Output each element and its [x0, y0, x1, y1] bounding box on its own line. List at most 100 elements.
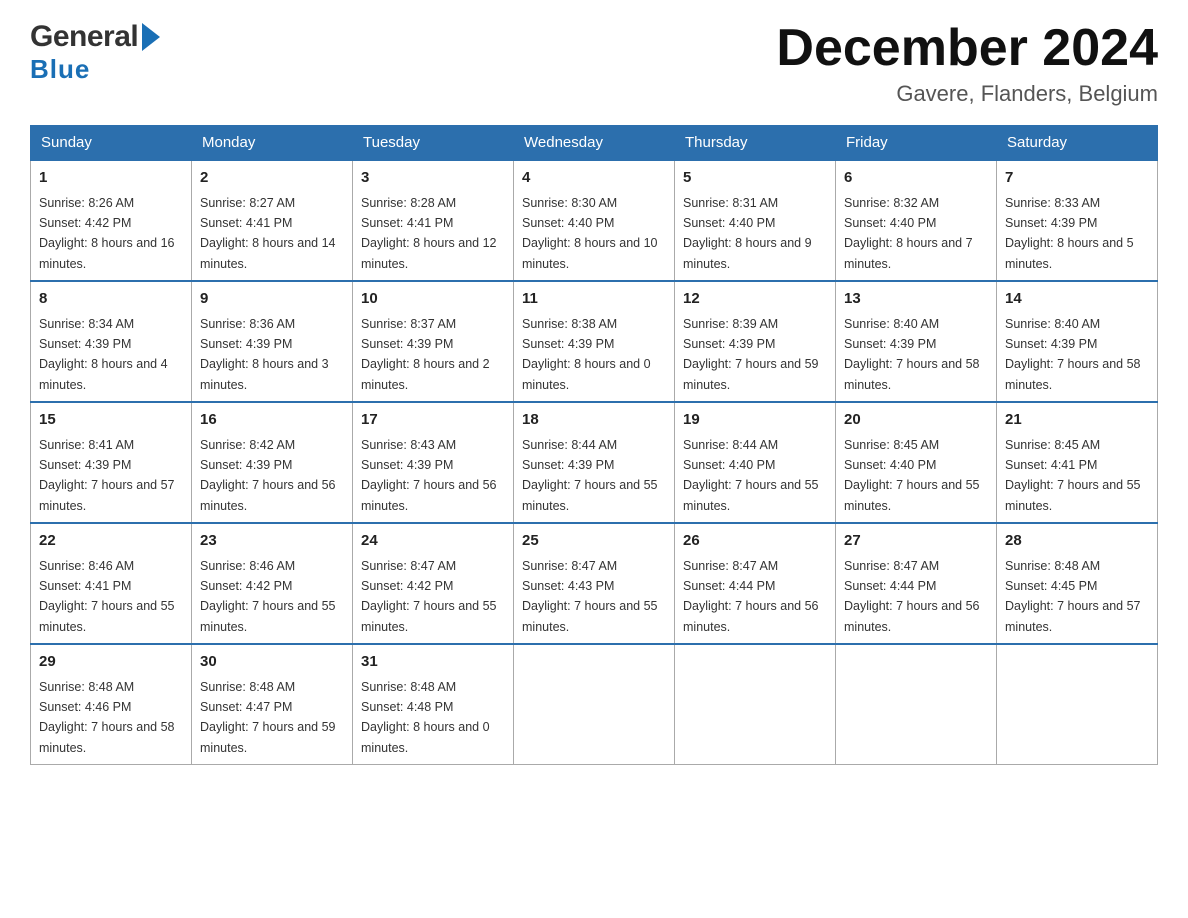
day-number: 4: [522, 167, 666, 190]
day-info: Sunrise: 8:45 AMSunset: 4:41 PMDaylight:…: [1005, 438, 1141, 513]
logo-blue-text: Blue: [30, 56, 90, 82]
week-row-4: 22 Sunrise: 8:46 AMSunset: 4:41 PMDaylig…: [31, 523, 1158, 644]
day-number: 20: [844, 409, 988, 432]
calendar-cell: 5 Sunrise: 8:31 AMSunset: 4:40 PMDayligh…: [675, 160, 836, 281]
calendar-cell: 17 Sunrise: 8:43 AMSunset: 4:39 PMDaylig…: [353, 402, 514, 523]
calendar-cell: 18 Sunrise: 8:44 AMSunset: 4:39 PMDaylig…: [514, 402, 675, 523]
day-info: Sunrise: 8:47 AMSunset: 4:42 PMDaylight:…: [361, 559, 497, 634]
week-row-5: 29 Sunrise: 8:48 AMSunset: 4:46 PMDaylig…: [31, 644, 1158, 765]
day-number: 7: [1005, 167, 1149, 190]
logo: General Blue: [30, 20, 160, 82]
page-header: General Blue December 2024 Gavere, Fland…: [30, 20, 1158, 107]
day-info: Sunrise: 8:44 AMSunset: 4:40 PMDaylight:…: [683, 438, 819, 513]
day-info: Sunrise: 8:39 AMSunset: 4:39 PMDaylight:…: [683, 317, 819, 392]
day-info: Sunrise: 8:48 AMSunset: 4:46 PMDaylight:…: [39, 680, 175, 755]
day-info: Sunrise: 8:37 AMSunset: 4:39 PMDaylight:…: [361, 317, 490, 392]
day-number: 8: [39, 288, 183, 311]
day-number: 30: [200, 651, 344, 674]
day-number: 2: [200, 167, 344, 190]
weekday-header-thursday: Thursday: [675, 126, 836, 161]
day-number: 22: [39, 530, 183, 553]
calendar-cell: [836, 644, 997, 765]
day-number: 11: [522, 288, 666, 311]
week-row-3: 15 Sunrise: 8:41 AMSunset: 4:39 PMDaylig…: [31, 402, 1158, 523]
calendar-cell: 10 Sunrise: 8:37 AMSunset: 4:39 PMDaylig…: [353, 281, 514, 402]
calendar-cell: 25 Sunrise: 8:47 AMSunset: 4:43 PMDaylig…: [514, 523, 675, 644]
logo-general-text: General: [30, 20, 138, 54]
day-info: Sunrise: 8:46 AMSunset: 4:42 PMDaylight:…: [200, 559, 336, 634]
calendar-table: SundayMondayTuesdayWednesdayThursdayFrid…: [30, 125, 1158, 765]
calendar-cell: [997, 644, 1158, 765]
day-info: Sunrise: 8:36 AMSunset: 4:39 PMDaylight:…: [200, 317, 329, 392]
week-row-2: 8 Sunrise: 8:34 AMSunset: 4:39 PMDayligh…: [31, 281, 1158, 402]
day-number: 6: [844, 167, 988, 190]
day-number: 28: [1005, 530, 1149, 553]
calendar-cell: 1 Sunrise: 8:26 AMSunset: 4:42 PMDayligh…: [31, 160, 192, 281]
title-block: December 2024 Gavere, Flanders, Belgium: [776, 20, 1158, 107]
day-info: Sunrise: 8:31 AMSunset: 4:40 PMDaylight:…: [683, 196, 812, 271]
calendar-cell: 29 Sunrise: 8:48 AMSunset: 4:46 PMDaylig…: [31, 644, 192, 765]
calendar-cell: 24 Sunrise: 8:47 AMSunset: 4:42 PMDaylig…: [353, 523, 514, 644]
week-row-1: 1 Sunrise: 8:26 AMSunset: 4:42 PMDayligh…: [31, 160, 1158, 281]
calendar-cell: 28 Sunrise: 8:48 AMSunset: 4:45 PMDaylig…: [997, 523, 1158, 644]
day-info: Sunrise: 8:33 AMSunset: 4:39 PMDaylight:…: [1005, 196, 1134, 271]
day-number: 9: [200, 288, 344, 311]
calendar-cell: 15 Sunrise: 8:41 AMSunset: 4:39 PMDaylig…: [31, 402, 192, 523]
day-info: Sunrise: 8:27 AMSunset: 4:41 PMDaylight:…: [200, 196, 336, 271]
calendar-cell: 6 Sunrise: 8:32 AMSunset: 4:40 PMDayligh…: [836, 160, 997, 281]
day-number: 13: [844, 288, 988, 311]
day-number: 19: [683, 409, 827, 432]
weekday-header-monday: Monday: [192, 126, 353, 161]
day-info: Sunrise: 8:44 AMSunset: 4:39 PMDaylight:…: [522, 438, 658, 513]
calendar-cell: 3 Sunrise: 8:28 AMSunset: 4:41 PMDayligh…: [353, 160, 514, 281]
weekday-header-saturday: Saturday: [997, 126, 1158, 161]
calendar-cell: 20 Sunrise: 8:45 AMSunset: 4:40 PMDaylig…: [836, 402, 997, 523]
day-number: 21: [1005, 409, 1149, 432]
day-info: Sunrise: 8:40 AMSunset: 4:39 PMDaylight:…: [844, 317, 980, 392]
weekday-header-friday: Friday: [836, 126, 997, 161]
calendar-cell: 8 Sunrise: 8:34 AMSunset: 4:39 PMDayligh…: [31, 281, 192, 402]
calendar-cell: 7 Sunrise: 8:33 AMSunset: 4:39 PMDayligh…: [997, 160, 1158, 281]
day-info: Sunrise: 8:48 AMSunset: 4:45 PMDaylight:…: [1005, 559, 1141, 634]
day-info: Sunrise: 8:40 AMSunset: 4:39 PMDaylight:…: [1005, 317, 1141, 392]
day-info: Sunrise: 8:48 AMSunset: 4:47 PMDaylight:…: [200, 680, 336, 755]
calendar-cell: 9 Sunrise: 8:36 AMSunset: 4:39 PMDayligh…: [192, 281, 353, 402]
day-info: Sunrise: 8:42 AMSunset: 4:39 PMDaylight:…: [200, 438, 336, 513]
day-info: Sunrise: 8:46 AMSunset: 4:41 PMDaylight:…: [39, 559, 175, 634]
calendar-cell: 19 Sunrise: 8:44 AMSunset: 4:40 PMDaylig…: [675, 402, 836, 523]
day-number: 29: [39, 651, 183, 674]
calendar-cell: 14 Sunrise: 8:40 AMSunset: 4:39 PMDaylig…: [997, 281, 1158, 402]
calendar-cell: 23 Sunrise: 8:46 AMSunset: 4:42 PMDaylig…: [192, 523, 353, 644]
day-info: Sunrise: 8:48 AMSunset: 4:48 PMDaylight:…: [361, 680, 490, 755]
weekday-header-row: SundayMondayTuesdayWednesdayThursdayFrid…: [31, 126, 1158, 161]
day-number: 24: [361, 530, 505, 553]
day-info: Sunrise: 8:47 AMSunset: 4:43 PMDaylight:…: [522, 559, 658, 634]
day-number: 10: [361, 288, 505, 311]
day-number: 31: [361, 651, 505, 674]
weekday-header-tuesday: Tuesday: [353, 126, 514, 161]
day-number: 26: [683, 530, 827, 553]
day-number: 27: [844, 530, 988, 553]
day-number: 1: [39, 167, 183, 190]
day-number: 5: [683, 167, 827, 190]
calendar-cell: 12 Sunrise: 8:39 AMSunset: 4:39 PMDaylig…: [675, 281, 836, 402]
calendar-cell: 27 Sunrise: 8:47 AMSunset: 4:44 PMDaylig…: [836, 523, 997, 644]
calendar-cell: 31 Sunrise: 8:48 AMSunset: 4:48 PMDaylig…: [353, 644, 514, 765]
day-info: Sunrise: 8:26 AMSunset: 4:42 PMDaylight:…: [39, 196, 175, 271]
logo-arrow-icon: [142, 23, 160, 51]
weekday-header-sunday: Sunday: [31, 126, 192, 161]
calendar-cell: 21 Sunrise: 8:45 AMSunset: 4:41 PMDaylig…: [997, 402, 1158, 523]
day-number: 18: [522, 409, 666, 432]
calendar-cell: 26 Sunrise: 8:47 AMSunset: 4:44 PMDaylig…: [675, 523, 836, 644]
day-number: 25: [522, 530, 666, 553]
calendar-cell: 16 Sunrise: 8:42 AMSunset: 4:39 PMDaylig…: [192, 402, 353, 523]
day-number: 14: [1005, 288, 1149, 311]
day-info: Sunrise: 8:28 AMSunset: 4:41 PMDaylight:…: [361, 196, 497, 271]
day-number: 16: [200, 409, 344, 432]
day-info: Sunrise: 8:30 AMSunset: 4:40 PMDaylight:…: [522, 196, 658, 271]
calendar-cell: 22 Sunrise: 8:46 AMSunset: 4:41 PMDaylig…: [31, 523, 192, 644]
day-info: Sunrise: 8:41 AMSunset: 4:39 PMDaylight:…: [39, 438, 175, 513]
calendar-cell: 11 Sunrise: 8:38 AMSunset: 4:39 PMDaylig…: [514, 281, 675, 402]
day-info: Sunrise: 8:45 AMSunset: 4:40 PMDaylight:…: [844, 438, 980, 513]
day-number: 23: [200, 530, 344, 553]
